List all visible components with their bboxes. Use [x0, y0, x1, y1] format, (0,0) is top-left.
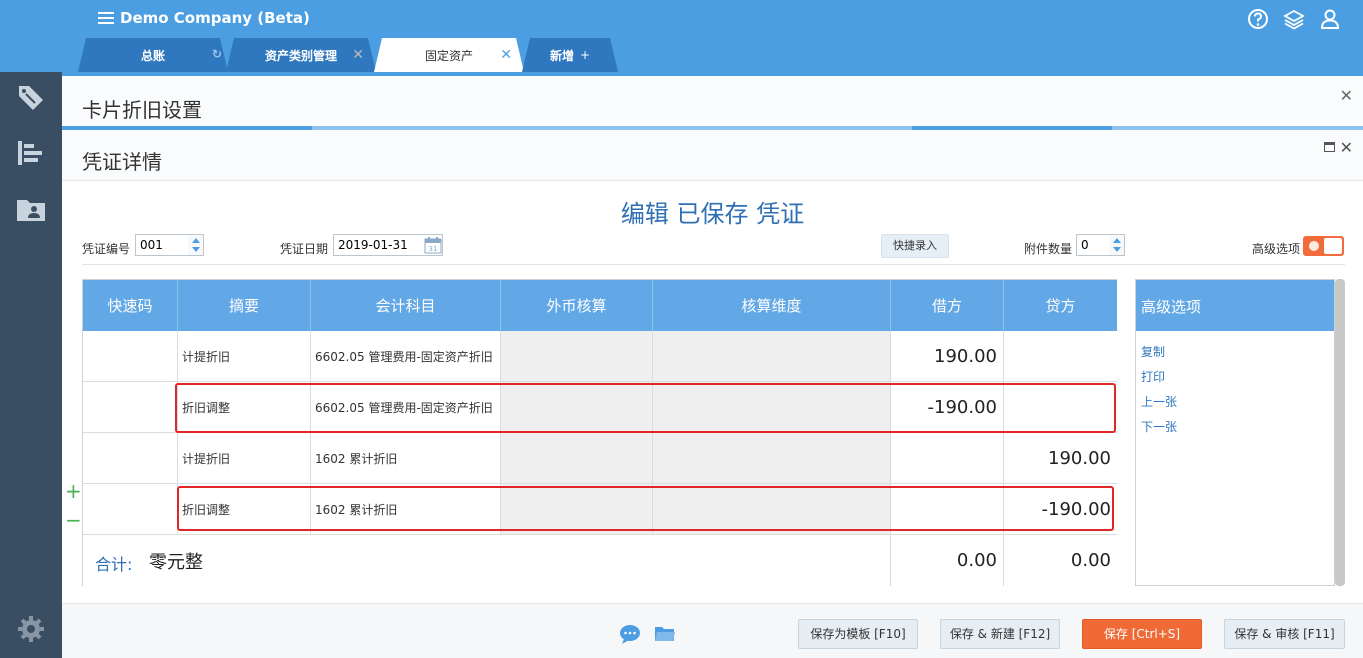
row-1-dimension-cell [653, 331, 891, 382]
tab-fixed-assets[interactable]: 固定资产 ✕ [374, 38, 524, 72]
layers-icon[interactable] [1283, 8, 1305, 30]
comment-icon[interactable] [619, 624, 641, 644]
save-as-template-button[interactable]: 保存为模板 [F10] [798, 619, 918, 649]
voucher-heading: 编辑 已保存 凭证 [620, 200, 805, 228]
previous-link[interactable]: 上一张 [1141, 393, 1177, 410]
row-1-summary-cell[interactable]: 计提折旧 [178, 331, 311, 382]
row-3-code-cell[interactable] [83, 433, 178, 484]
tab-new[interactable]: 新增 + [522, 38, 618, 72]
next-link[interactable]: 下一张 [1141, 418, 1177, 435]
highlight-box-row-2 [175, 383, 1116, 433]
total-credit: 0.00 [1004, 535, 1117, 586]
row-4-code-cell[interactable] [83, 484, 178, 535]
advanced-options-title: 高级选项 [1136, 280, 1334, 331]
help-icon[interactable] [1247, 8, 1269, 30]
calendar-icon[interactable]: 31 [424, 236, 442, 254]
row-1-foreign-currency-cell [501, 331, 653, 382]
row-3-summary-cell[interactable]: 计提折旧 [178, 433, 311, 484]
voucher-detail-panel: 凭证详情 ✕ 编辑 已保存 凭证 凭证编号 凭证日期 31 快捷录入 附件数量 … [62, 130, 1363, 658]
attachments-label: 附件数量 [1024, 242, 1073, 256]
row-1-account-cell[interactable]: 6602.05 管理费用-固定资产折旧 [311, 331, 501, 382]
advanced-options-panel: 高级选项 复制 打印 上一张 下一张 [1135, 279, 1335, 586]
tags-icon[interactable] [15, 82, 47, 112]
close-icon[interactable]: ✕ [352, 47, 364, 63]
user-icon[interactable] [1319, 8, 1341, 30]
tab-label: 总账 [140, 48, 165, 63]
divider [82, 264, 1345, 265]
total-row: 合计: 零元整 [83, 535, 891, 586]
voucher-number-input[interactable] [135, 234, 193, 256]
tab-general-ledger[interactable]: 总账 ↻ [78, 38, 228, 72]
advanced-panel-scrollbar[interactable] [1335, 279, 1345, 586]
save-and-new-button[interactable]: 保存 & 新建 [F12] [940, 619, 1060, 649]
panel-header: 凭证详情 ✕ [62, 130, 1363, 181]
add-row-icon[interactable]: + [65, 479, 82, 503]
copy-link[interactable]: 复制 [1141, 343, 1165, 360]
row-1-debit-cell[interactable]: 190.00 [891, 331, 1004, 382]
tab-label: 资产类别管理 [264, 48, 337, 63]
card-depreciation-panel: 卡片折旧设置 ✕ [62, 72, 1363, 128]
app-title: Demo Company (Beta) [120, 9, 310, 27]
column-header-summary: 摘要 [178, 280, 311, 331]
column-header-dimension: 核算维度 [653, 280, 891, 331]
column-header-account: 会计科目 [311, 280, 501, 331]
remove-row-icon[interactable]: − [65, 508, 82, 532]
column-header-credit: 贷方 [1004, 280, 1117, 331]
row-1-code-cell[interactable] [83, 331, 178, 382]
print-link[interactable]: 打印 [1141, 368, 1165, 385]
voucher-number-label: 凭证编号 [82, 242, 131, 256]
maximize-icon[interactable] [1324, 142, 1335, 152]
column-header-foreign-currency: 外币核算 [501, 280, 653, 331]
footer-toolbar: 保存为模板 [F10] 保存 & 新建 [F12] 保存 [Ctrl+S] 保存… [62, 603, 1363, 658]
settings-gear-icon[interactable] [15, 614, 47, 644]
column-header-debit: 借方 [891, 280, 1004, 331]
app-brand[interactable]: Demo Company (Beta) [98, 9, 310, 27]
row-3-credit-cell[interactable]: 190.00 [1004, 433, 1117, 484]
quick-entry-button[interactable]: 快捷录入 [881, 234, 949, 258]
voucher-date-label: 凭证日期 [280, 242, 329, 256]
column-header-code: 快速码 [83, 280, 178, 331]
folder-user-icon[interactable] [15, 194, 47, 224]
panel-title: 凭证详情 [82, 150, 162, 174]
refresh-icon[interactable]: ↻ [212, 47, 222, 61]
highlight-box-row-4 [177, 486, 1114, 531]
advanced-options-toggle[interactable] [1303, 236, 1344, 256]
total-in-words: 零元整 [149, 552, 203, 573]
tab-asset-category[interactable]: 资产类别管理 ✕ [226, 38, 376, 72]
panel-title: 卡片折旧设置 [82, 98, 202, 122]
save-button[interactable]: 保存 [Ctrl+S] [1082, 619, 1202, 649]
row-3-dimension-cell [653, 433, 891, 484]
save-and-audit-button[interactable]: 保存 & 审核 [F11] [1224, 619, 1345, 649]
row-3-foreign-currency-cell [501, 433, 653, 484]
row-2-code-cell[interactable] [83, 382, 178, 433]
close-icon[interactable]: ✕ [1340, 86, 1353, 105]
voucher-number-spinner[interactable] [188, 234, 204, 256]
row-3-debit-cell[interactable] [891, 433, 1004, 484]
toggle-knob [1324, 238, 1342, 254]
bar-chart-icon[interactable] [15, 138, 47, 168]
tab-label: 新增 [549, 48, 574, 63]
total-label: 合计: [95, 555, 133, 574]
hamburger-menu-icon[interactable] [98, 12, 114, 24]
close-icon[interactable]: ✕ [500, 47, 512, 63]
total-debit: 0.00 [891, 535, 1004, 586]
row-1-credit-cell[interactable] [1004, 331, 1117, 382]
row-3-account-cell[interactable]: 1602 累计折旧 [311, 433, 501, 484]
attachments-spinner[interactable] [1109, 234, 1125, 256]
folder-icon[interactable] [654, 624, 676, 644]
close-icon[interactable]: ✕ [1340, 138, 1353, 157]
check-icon [1309, 241, 1319, 251]
tab-label: 固定资产 [424, 48, 473, 63]
advanced-options-label: 高级选项 [1252, 242, 1301, 256]
plus-icon: + [579, 48, 591, 62]
sidebar [0, 72, 62, 658]
svg-text:31: 31 [429, 245, 438, 253]
